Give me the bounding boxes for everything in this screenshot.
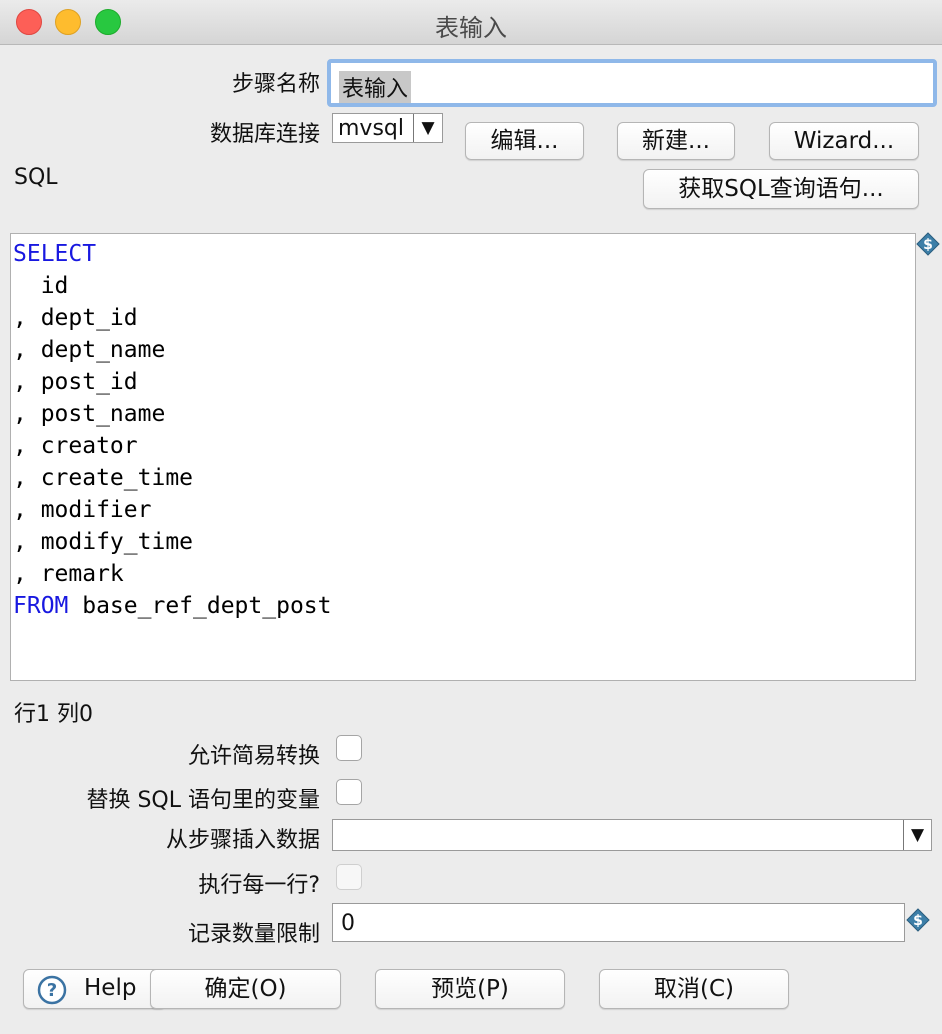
sql-line: , remark — [13, 558, 332, 590]
limit-input[interactable]: 0 — [332, 903, 905, 942]
ok-button[interactable]: 确定(O) — [150, 969, 341, 1009]
sql-line: , modify_time — [13, 526, 332, 558]
limit-value: 0 — [341, 911, 355, 936]
window-title: 表输入 — [435, 14, 507, 42]
sql-line: , create_time — [13, 462, 332, 494]
replace-variables-label: 替换 SQL 语句里的变量 — [86, 788, 320, 813]
sql-text: , dept_id — [13, 305, 138, 331]
svg-text:$: $ — [913, 913, 923, 929]
wizard-button[interactable]: Wizard... — [769, 122, 919, 160]
db-connection-select[interactable]: mvsql ▼ — [332, 113, 443, 143]
help-button[interactable]: ? Help — [23, 969, 166, 1009]
new-connection-button[interactable]: 新建... — [617, 122, 735, 160]
sql-keyword: SELECT — [13, 241, 97, 267]
sql-line: , dept_id — [13, 302, 332, 334]
preview-button[interactable]: 预览(P) — [375, 969, 565, 1009]
cursor-position: 行1 列0 — [14, 702, 93, 727]
svg-text:?: ? — [47, 980, 57, 1001]
sql-text: , modify_time — [13, 529, 194, 555]
db-connection-value: mvsql — [338, 116, 404, 141]
help-label: Help — [84, 975, 137, 1001]
sql-line: , modifier — [13, 494, 332, 526]
lazy-conversion-label: 允许简易转换 — [187, 744, 320, 769]
execute-each-row-checkbox[interactable] — [336, 864, 362, 890]
db-connection-label: 数据库连接 — [209, 122, 320, 147]
chevron-down-icon: ▼ — [413, 114, 442, 142]
sql-text: , post_id — [13, 369, 138, 395]
step-name-label: 步骤名称 — [231, 72, 320, 97]
get-sql-button[interactable]: 获取SQL查询语句... — [643, 169, 919, 209]
sql-text: id — [13, 273, 69, 299]
sql-line: , dept_name — [13, 334, 332, 366]
sql-code: SELECT id , dept_id , dept_name , post_id , … — [13, 238, 332, 622]
lazy-conversion-checkbox[interactable] — [336, 735, 362, 761]
cancel-button[interactable]: 取消(C) — [599, 969, 789, 1009]
sql-line: SELECT — [13, 238, 332, 270]
execute-each-row-label: 执行每一行? — [198, 873, 320, 898]
sql-text: base_ref_dept_post — [68, 593, 332, 619]
limit-label: 记录数量限制 — [187, 922, 320, 947]
replace-variables-checkbox[interactable] — [336, 779, 362, 805]
edit-connection-button[interactable]: 编辑... — [465, 122, 584, 160]
insert-from-step-label: 从步骤插入数据 — [165, 828, 320, 853]
step-name-value: 表输入 — [339, 71, 412, 103]
sql-line: id — [13, 270, 332, 302]
help-icon: ? — [37, 975, 67, 1005]
svg-text:$: $ — [923, 237, 933, 253]
sql-text: , creator — [13, 433, 138, 459]
sql-keyword: FROM — [13, 593, 69, 619]
chevron-down-icon: ▼ — [903, 820, 931, 850]
dollar-diamond-icon[interactable]: $ — [916, 232, 940, 256]
sql-label: SQL — [14, 165, 58, 190]
title-bar: 表输入 — [0, 0, 942, 45]
sql-line: , post_id — [13, 366, 332, 398]
sql-editor[interactable]: SELECT id , dept_id , dept_name , post_id , … — [10, 233, 916, 681]
sql-line: , creator — [13, 430, 332, 462]
insert-from-step-select[interactable]: ▼ — [332, 819, 932, 851]
sql-text: , remark — [13, 561, 124, 587]
sql-line: FROM base_ref_dept_post — [13, 590, 332, 622]
sql-text: , dept_name — [13, 337, 166, 363]
step-name-input[interactable]: 表输入 — [327, 59, 937, 107]
sql-text: , post_name — [13, 401, 166, 427]
sql-text: , create_time — [13, 465, 194, 491]
sql-line: , post_name — [13, 398, 332, 430]
dollar-diamond-icon[interactable]: $ — [906, 908, 930, 932]
sql-text: , modifier — [13, 497, 152, 523]
